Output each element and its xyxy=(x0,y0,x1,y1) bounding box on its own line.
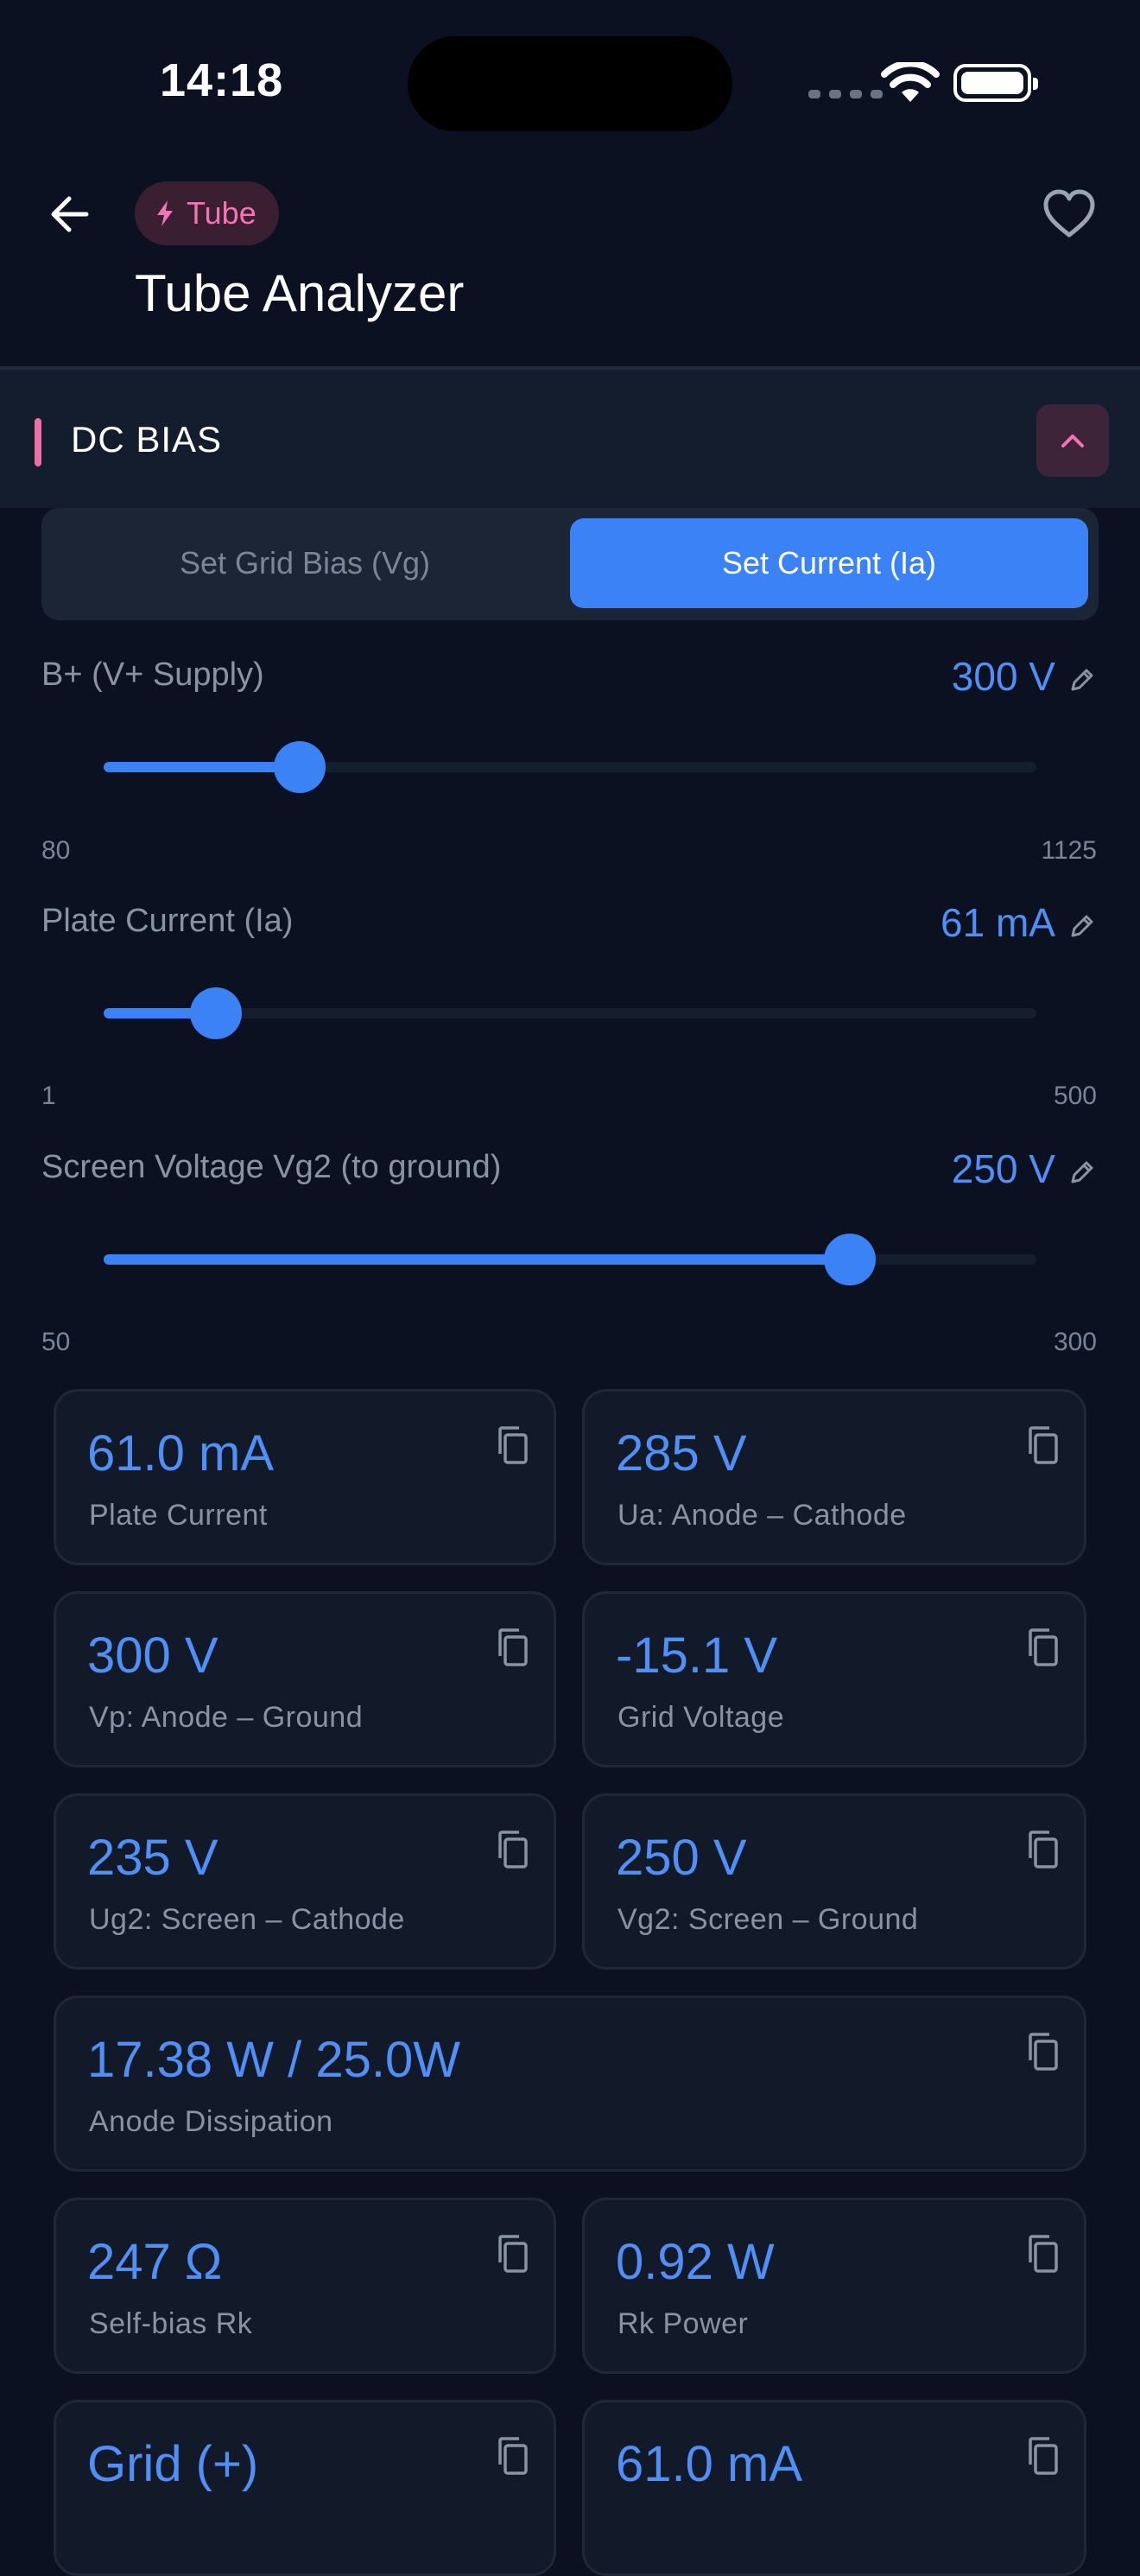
pencil-icon[interactable] xyxy=(1067,911,1097,941)
result-card-grid-voltage: -15.1 V Grid Voltage xyxy=(582,1591,1086,1767)
copy-icon[interactable] xyxy=(1025,1627,1060,1668)
copy-icon[interactable] xyxy=(495,2233,529,2275)
result-label: Self-bias Rk xyxy=(89,2307,253,2340)
collapse-button[interactable] xyxy=(1036,404,1109,477)
slider-max: 300 xyxy=(1053,1328,1097,1356)
copy-icon[interactable] xyxy=(1025,1424,1060,1466)
page-title: Tube Analyzer xyxy=(135,264,465,322)
result-value: 235 V xyxy=(87,1830,218,1886)
result-card-grid: Grid (+) xyxy=(54,2400,556,2576)
slider-fill xyxy=(104,762,301,772)
result-label: Ua: Anode – Cathode xyxy=(618,1499,907,1532)
heart-icon[interactable] xyxy=(1042,188,1097,240)
wifi-icon xyxy=(881,62,940,102)
result-value: 285 V xyxy=(616,1425,747,1482)
result-card-anode-dissipation: 17.38 W / 25.0W Anode Dissipation xyxy=(54,1995,1086,2172)
slider-track[interactable] xyxy=(104,1234,1036,1285)
result-value: Grid (+) xyxy=(87,2436,259,2492)
result-label: Anode Dissipation xyxy=(89,2105,333,2138)
result-label: Grid Voltage xyxy=(618,1701,785,1734)
result-value: 61.0 mA xyxy=(87,1425,274,1482)
copy-icon[interactable] xyxy=(495,1424,529,1466)
pencil-icon[interactable] xyxy=(1067,1158,1097,1187)
result-card-plate-current: 61.0 mA Plate Current xyxy=(54,1389,556,1565)
copy-icon[interactable] xyxy=(495,1627,529,1668)
slider-min: 50 xyxy=(41,1328,71,1356)
result-value: 250 V xyxy=(616,1830,747,1886)
mode-option-current[interactable]: Set Current (Ia) xyxy=(570,518,1088,608)
copy-icon[interactable] xyxy=(495,1829,529,1870)
status-time: 14:18 xyxy=(160,54,284,106)
mode-option-grid-bias[interactable]: Set Grid Bias (Vg) xyxy=(50,518,560,608)
result-label: Ug2: Screen – Cathode xyxy=(89,1903,405,1936)
result-label: Rk Power xyxy=(618,2307,749,2340)
slider-track[interactable] xyxy=(104,741,1036,793)
result-value: 61.0 mA xyxy=(616,2436,802,2492)
bolt-icon xyxy=(157,200,173,226)
copy-icon[interactable] xyxy=(495,2435,529,2477)
category-tag: Tube xyxy=(135,181,279,245)
chevron-up-icon xyxy=(1061,435,1084,447)
category-tag-label: Tube xyxy=(187,195,256,231)
copy-icon[interactable] xyxy=(1025,1829,1060,1870)
result-label: Vp: Anode – Ground xyxy=(89,1701,364,1734)
copy-icon[interactable] xyxy=(1025,2435,1060,2477)
result-card-ug2: 235 V Ug2: Screen – Cathode xyxy=(54,1793,556,1970)
dynamic-island xyxy=(408,36,732,131)
back-arrow-icon[interactable] xyxy=(43,188,95,240)
slider-label: Screen Voltage Vg2 (to ground) xyxy=(41,1149,502,1185)
result-card-vp: 300 V Vp: Anode – Ground xyxy=(54,1591,556,1767)
copy-icon[interactable] xyxy=(1025,2233,1060,2275)
slider-thumb[interactable] xyxy=(189,987,242,1039)
slider-min: 1 xyxy=(41,1082,56,1110)
copy-icon[interactable] xyxy=(1025,2031,1060,2072)
slider-fill xyxy=(104,1254,850,1265)
slider-thumb[interactable] xyxy=(274,741,326,793)
slider-label: Plate Current (Ia) xyxy=(41,903,294,939)
result-label: Plate Current xyxy=(89,1499,268,1532)
result-label: Vg2: Screen – Ground xyxy=(618,1903,919,1936)
section-title: DC BIAS xyxy=(71,419,223,460)
result-value: 17.38 W / 25.0W xyxy=(87,2032,460,2088)
result-value: 247 Ω xyxy=(87,2234,223,2290)
result-value: 0.92 W xyxy=(616,2234,775,2290)
slider-value[interactable]: 300 V xyxy=(952,653,1055,700)
slider-min: 80 xyxy=(41,836,71,865)
slider-thumb[interactable] xyxy=(824,1234,876,1285)
result-card-current: 61.0 mA xyxy=(582,2400,1086,2576)
slider-max: 500 xyxy=(1053,1082,1097,1110)
result-card-self-bias-rk: 247 Ω Self-bias Rk xyxy=(54,2198,556,2374)
slider-value[interactable]: 250 V xyxy=(952,1145,1055,1192)
mode-toggle: Set Grid Bias (Vg) Set Current (Ia) xyxy=(41,508,1099,620)
result-value: 300 V xyxy=(87,1627,218,1684)
signal-icon xyxy=(808,90,883,98)
slider-track[interactable] xyxy=(104,987,1036,1039)
slider-label: B+ (V+ Supply) xyxy=(41,657,264,693)
result-card-rk-power: 0.92 W Rk Power xyxy=(582,2198,1086,2374)
result-card-ua: 285 V Ua: Anode – Cathode xyxy=(582,1389,1086,1565)
slider-value[interactable]: 61 mA xyxy=(940,899,1055,946)
result-card-vg2: 250 V Vg2: Screen – Ground xyxy=(582,1793,1086,1970)
result-value: -15.1 V xyxy=(616,1627,777,1684)
slider-max: 1125 xyxy=(1041,836,1097,865)
section-accent-bar xyxy=(35,418,41,466)
battery-icon xyxy=(953,64,1038,102)
pencil-icon[interactable] xyxy=(1067,665,1097,695)
